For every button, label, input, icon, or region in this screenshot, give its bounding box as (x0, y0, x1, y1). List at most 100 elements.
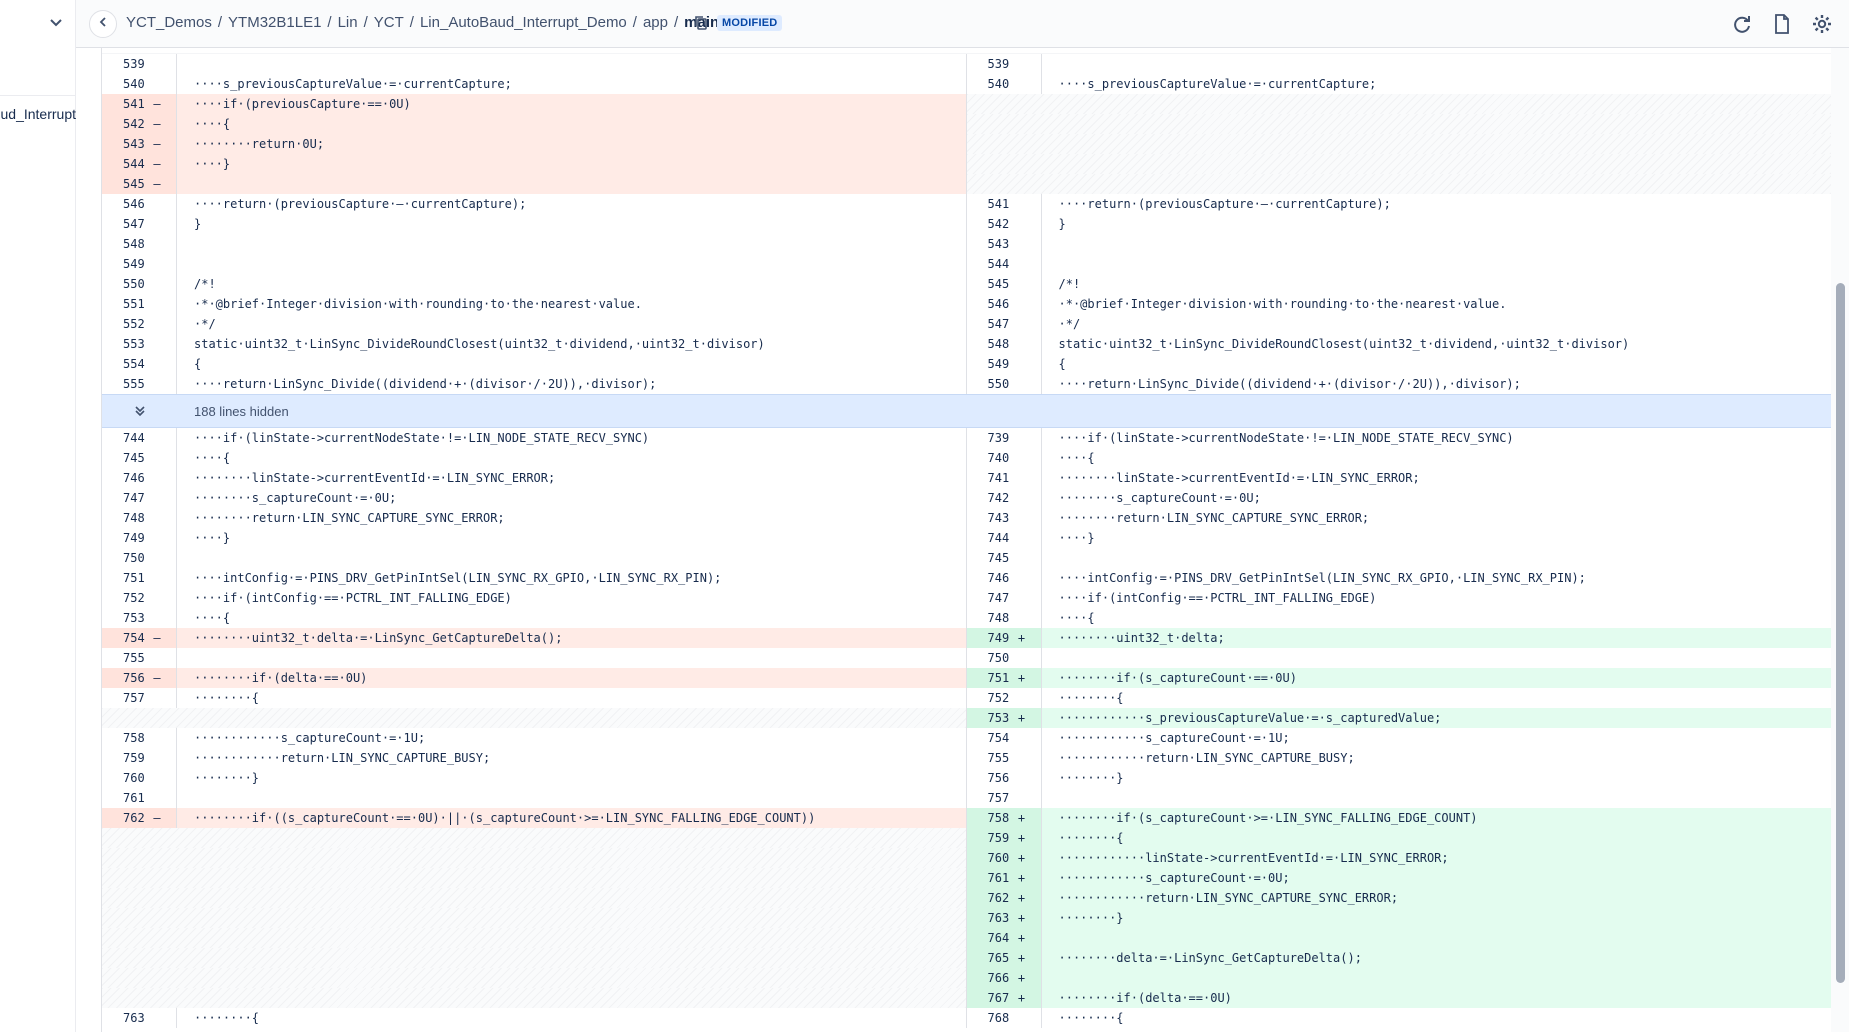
line-number[interactable]: 551 (102, 294, 153, 314)
line-number[interactable]: 539 (967, 54, 1018, 74)
line-number[interactable] (967, 94, 1019, 114)
breadcrumb-item[interactable]: YCT_Demos (126, 14, 212, 31)
line-number[interactable]: 756 (102, 668, 153, 688)
line-number[interactable]: 763 (967, 908, 1018, 928)
line-number[interactable]: 764 (967, 928, 1018, 948)
line-number[interactable]: 554 (102, 354, 153, 374)
line-number[interactable]: 555 (102, 374, 153, 394)
copy-icon[interactable] (692, 14, 710, 32)
file-icon[interactable] (1768, 10, 1796, 38)
line-number[interactable]: 539 (102, 54, 153, 74)
line-number[interactable]: 765 (967, 948, 1018, 968)
line-number[interactable]: 548 (967, 334, 1018, 354)
chevron-down-icon[interactable] (46, 12, 66, 32)
line-number[interactable]: 549 (967, 354, 1018, 374)
line-number[interactable]: 748 (102, 508, 153, 528)
line-number[interactable]: 541 (967, 194, 1018, 214)
scrollbar-thumb[interactable] (1836, 283, 1845, 983)
line-number[interactable]: 543 (967, 234, 1018, 254)
line-number[interactable]: 544 (102, 154, 153, 174)
line-number[interactable]: 758 (967, 808, 1018, 828)
line-number[interactable]: 746 (102, 468, 153, 488)
line-number[interactable]: 545 (102, 174, 153, 194)
line-number[interactable]: 549 (102, 254, 153, 274)
line-number[interactable]: 547 (967, 314, 1018, 334)
line-number[interactable] (102, 868, 154, 888)
line-number[interactable] (102, 908, 154, 928)
refresh-icon[interactable] (1728, 10, 1756, 38)
line-number[interactable]: 768 (967, 1008, 1018, 1028)
line-number[interactable]: 742 (967, 488, 1018, 508)
back-button[interactable] (89, 10, 117, 38)
line-number[interactable] (102, 928, 154, 948)
line-number[interactable]: 760 (967, 848, 1018, 868)
line-number[interactable]: 755 (967, 748, 1018, 768)
line-number[interactable]: 767 (967, 988, 1018, 1008)
line-number[interactable]: 762 (102, 808, 153, 828)
line-number[interactable]: 755 (102, 648, 153, 668)
line-number[interactable]: 550 (967, 374, 1018, 394)
line-number[interactable] (102, 828, 154, 848)
line-number[interactable]: 552 (102, 314, 153, 334)
line-number[interactable]: 756 (967, 768, 1018, 788)
line-number[interactable] (102, 988, 154, 1008)
line-number[interactable] (102, 888, 154, 908)
line-number[interactable]: 749 (102, 528, 153, 548)
line-number[interactable]: 748 (967, 608, 1018, 628)
line-number[interactable]: 754 (102, 628, 153, 648)
line-number[interactable]: 751 (967, 668, 1018, 688)
line-number[interactable] (967, 154, 1019, 174)
line-number[interactable]: 749 (967, 628, 1018, 648)
line-number[interactable] (102, 948, 154, 968)
line-number[interactable]: 744 (102, 428, 153, 448)
line-number[interactable] (967, 174, 1019, 194)
line-number[interactable]: 759 (102, 748, 153, 768)
line-number[interactable]: 544 (967, 254, 1018, 274)
line-number[interactable]: 754 (967, 728, 1018, 748)
line-number[interactable]: 540 (967, 74, 1018, 94)
breadcrumb-item[interactable]: app (643, 14, 668, 31)
line-number[interactable]: 752 (967, 688, 1018, 708)
line-number[interactable]: 759 (967, 828, 1018, 848)
line-number[interactable]: 747 (102, 488, 153, 508)
line-number[interactable]: 760 (102, 768, 153, 788)
line-number[interactable]: 739 (967, 428, 1018, 448)
line-number[interactable]: 743 (967, 508, 1018, 528)
line-number[interactable]: 545 (967, 274, 1018, 294)
line-number[interactable]: 543 (102, 134, 153, 154)
line-number[interactable]: 762 (967, 888, 1018, 908)
line-number[interactable]: 746 (967, 568, 1018, 588)
line-number[interactable]: 758 (102, 728, 153, 748)
line-number[interactable]: 753 (102, 608, 153, 628)
line-number[interactable]: 547 (102, 214, 153, 234)
line-number[interactable]: 753 (967, 708, 1018, 728)
line-number[interactable]: 548 (102, 234, 153, 254)
line-number[interactable]: 747 (967, 588, 1018, 608)
breadcrumb-item[interactable]: Lin_AutoBaud_Interrupt_Demo (420, 14, 627, 31)
line-number[interactable]: 750 (102, 548, 153, 568)
line-number[interactable]: 553 (102, 334, 153, 354)
vertical-scrollbar[interactable] (1831, 48, 1849, 1032)
line-number[interactable]: 546 (102, 194, 153, 214)
line-number[interactable]: 542 (967, 214, 1018, 234)
line-number[interactable]: 750 (967, 648, 1018, 668)
hidden-lines-bar[interactable]: 188 lines hidden (102, 394, 1831, 428)
settings-gear-icon[interactable] (1808, 10, 1836, 38)
line-number[interactable]: 752 (102, 588, 153, 608)
line-number[interactable]: 761 (967, 868, 1018, 888)
sidebar-file-item[interactable]: ud_Interrupt (0, 106, 77, 122)
line-number[interactable]: 550 (102, 274, 153, 294)
expand-icon[interactable] (102, 404, 177, 418)
line-number[interactable] (967, 134, 1019, 154)
line-number[interactable] (102, 968, 154, 988)
line-number[interactable]: 761 (102, 788, 153, 808)
line-number[interactable]: 757 (967, 788, 1018, 808)
line-number[interactable]: 766 (967, 968, 1018, 988)
line-number[interactable] (102, 708, 154, 728)
line-number[interactable]: 757 (102, 688, 153, 708)
line-number[interactable]: 541 (102, 94, 153, 114)
line-number[interactable]: 740 (967, 448, 1018, 468)
line-number[interactable]: 540 (102, 74, 153, 94)
line-number[interactable]: 741 (967, 468, 1018, 488)
breadcrumb-item[interactable]: YCT (374, 14, 404, 31)
